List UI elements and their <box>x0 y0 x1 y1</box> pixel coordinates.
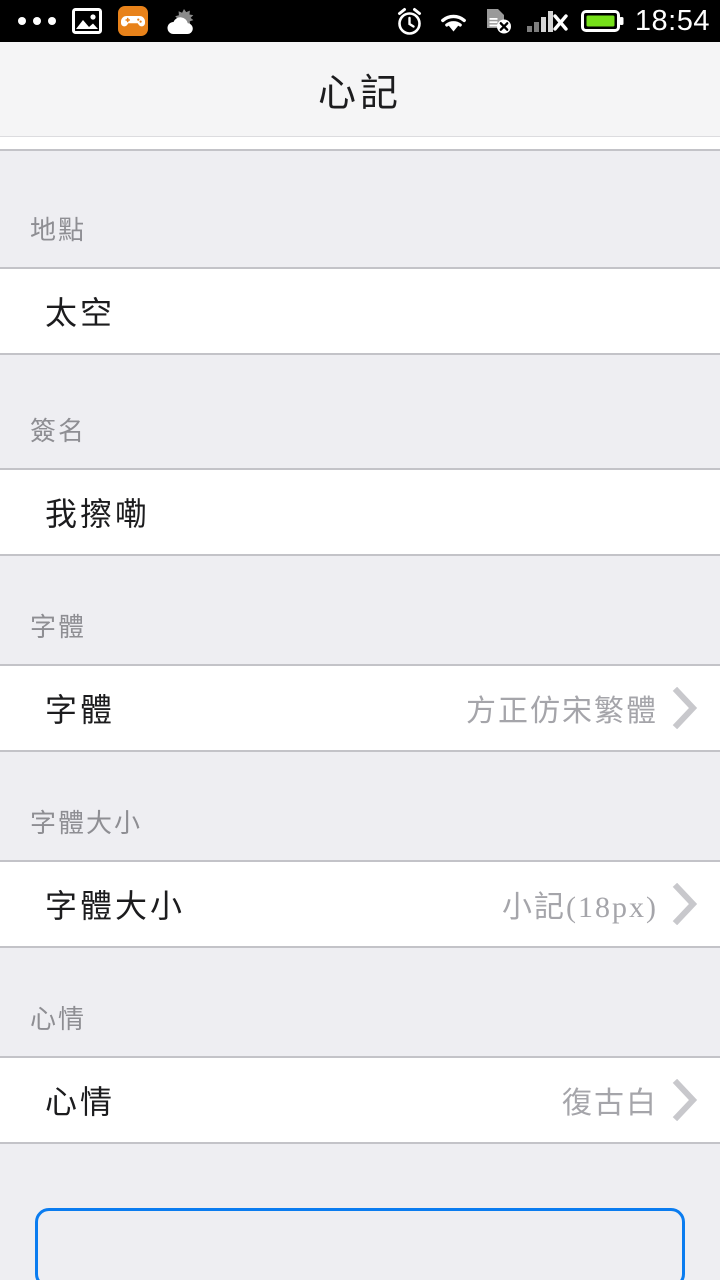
section-header-location: 地點 <box>0 151 720 269</box>
section-header-font-label: 字體 <box>30 613 87 642</box>
row-mood-value: 復古白 <box>562 1087 658 1120</box>
chevron-right-icon <box>672 883 698 925</box>
status-bar-right: 18:54 <box>382 4 710 37</box>
photo-icon <box>72 8 102 34</box>
section-header-location-label: 地點 <box>30 216 87 245</box>
save-button[interactable] <box>35 1208 685 1280</box>
battery-icon <box>580 9 625 33</box>
signal-off-icon <box>526 7 568 35</box>
row-location[interactable]: 太空 <box>0 269 720 355</box>
row-mood[interactable]: 心情 復古白 <box>0 1058 720 1144</box>
section-header-mood-label: 心情 <box>30 1005 87 1034</box>
section-header-signature: 簽名 <box>0 355 720 470</box>
row-font-size-label: 字體大小 <box>45 888 186 924</box>
more-dots-icon <box>18 17 56 25</box>
status-bar: 18:54 <box>0 0 720 42</box>
bottom-area <box>0 1144 720 1280</box>
section-header-mood: 心情 <box>0 948 720 1058</box>
title-bar: 心記 <box>0 42 720 137</box>
chevron-right-icon <box>672 687 698 729</box>
game-app-icon <box>118 6 148 36</box>
row-signature[interactable]: 我擦嘞 <box>0 470 720 556</box>
status-bar-clock: 18:54 <box>634 4 710 37</box>
row-font[interactable]: 字體 方正仿宋繁體 <box>0 666 720 752</box>
section-header-font-size-label: 字體大小 <box>30 809 143 838</box>
chevron-right-icon <box>672 1079 698 1121</box>
page-title: 心記 <box>317 72 402 115</box>
row-font-size[interactable]: 字體大小 小記(18px) <box>0 862 720 948</box>
section-header-signature-label: 簽名 <box>30 417 87 446</box>
alarm-icon <box>395 7 424 36</box>
section-header-font: 字體 <box>0 556 720 666</box>
weather-cloud-icon <box>164 7 197 35</box>
row-location-label: 太空 <box>45 295 116 331</box>
sim-card-off-icon <box>483 7 513 35</box>
row-mood-label: 心情 <box>45 1084 116 1120</box>
title-bar-gap <box>0 137 720 151</box>
row-font-size-value: 小記(18px) <box>502 891 658 924</box>
row-font-value: 方正仿宋繁體 <box>466 695 658 728</box>
app-screen: 18:54 心記 地點 太空 簽名 我擦嘞 字體 字體 方正仿宋繁體 字體大小 <box>0 0 720 1280</box>
row-font-label: 字體 <box>45 692 116 728</box>
row-signature-label: 我擦嘞 <box>45 496 151 532</box>
status-bar-left <box>18 6 213 36</box>
wifi-icon <box>437 9 470 34</box>
section-header-font-size: 字體大小 <box>0 752 720 862</box>
